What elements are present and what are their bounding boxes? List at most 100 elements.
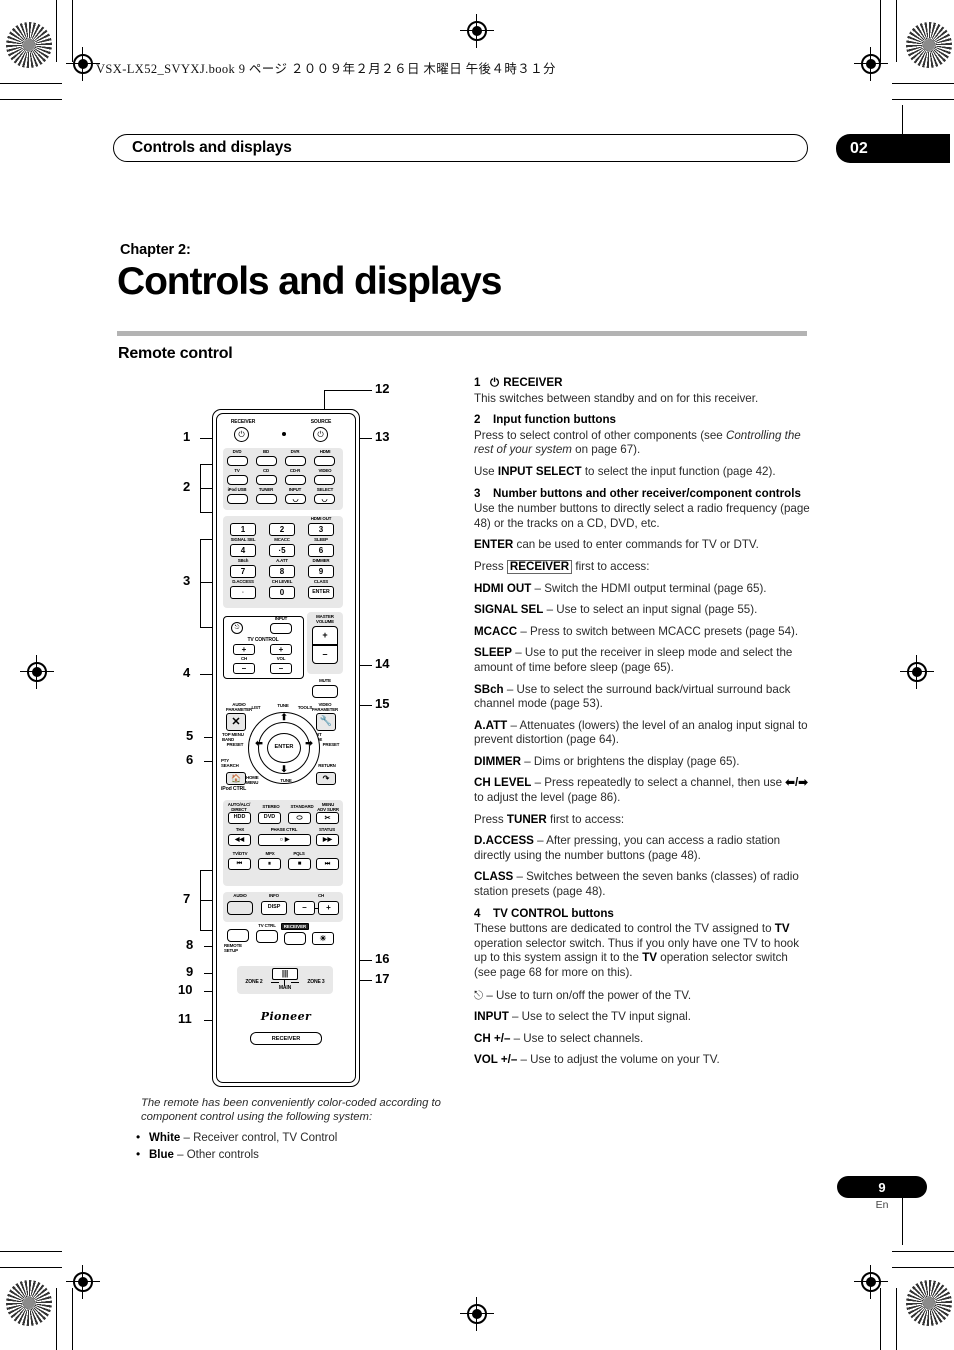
tv-ch-up-button[interactable]: + (233, 644, 255, 655)
input-select-up-button[interactable]: ◡ (314, 494, 335, 504)
source-power-button[interactable]: ⏻ (313, 427, 328, 442)
running-head-title: Controls and displays (132, 139, 292, 156)
trim-mark (892, 1267, 954, 1269)
remote-setup-button[interactable] (227, 929, 249, 942)
numpad-key-0[interactable]: 0 (269, 586, 295, 599)
input-label-dvd: DVD (232, 449, 242, 454)
audio-parameter-button[interactable]: ✕ (226, 713, 246, 731)
nav-up-arrow-icon[interactable]: ⬆ (275, 713, 293, 721)
ch-up-button[interactable]: + (318, 901, 339, 915)
receiver-mode-button[interactable] (284, 932, 306, 945)
input-button-tuner[interactable] (256, 494, 277, 504)
page-title: Controls and displays (117, 260, 502, 303)
numpad-key-1[interactable]: 1 (230, 523, 256, 536)
info-disp-button[interactable]: DISP (261, 901, 287, 915)
input-button-hdmi[interactable] (314, 456, 335, 466)
master-volume-down-button[interactable]: – (312, 645, 338, 664)
home-menu-button[interactable]: 🏠 (226, 772, 246, 785)
input-select-label-select: SELECT (316, 487, 334, 492)
tv-vol-label: VOL (276, 656, 286, 661)
nav-enter-button[interactable]: ENTER (267, 733, 301, 763)
zone-slider-grip[interactable]: ||| (274, 970, 296, 978)
input-button-bd[interactable] (256, 456, 277, 466)
numpad-key-enter[interactable]: ENTER (308, 586, 334, 599)
tv-power-button[interactable]: ⎋ (231, 622, 243, 634)
nav-right-arrow-icon[interactable]: ➡ (302, 739, 316, 747)
numpad-key-7[interactable]: 7 (230, 565, 256, 578)
mute-button[interactable] (312, 685, 338, 698)
tv-ch-down-button[interactable]: – (233, 663, 255, 674)
transport-button-rewind[interactable]: ◀◀ (228, 834, 251, 846)
transport-button-pause[interactable]: ⏸ (258, 858, 281, 870)
ipod-ctrl-label: iPod CTRL (221, 786, 247, 792)
crosshair-top-middle (460, 14, 494, 48)
callout-6: 6 (186, 752, 194, 767)
item-sub-paragraph: CH LEVEL – Press repeatedly to select a … (474, 776, 808, 805)
nav-left-arrow-icon[interactable]: ⬅ (252, 739, 266, 747)
transport-button-next[interactable]: ⏭ (316, 858, 339, 870)
trim-mark (56, 0, 58, 62)
ch-down-button[interactable]: – (294, 901, 315, 915)
mode-button-hdd[interactable]: HDD (228, 812, 251, 824)
input-button-dvd[interactable] (227, 456, 248, 466)
transport-label-tv-dtv: TV/DTV (232, 851, 248, 856)
input-button-cdr[interactable] (285, 475, 306, 485)
nav-tune-label: TUNE (277, 703, 289, 708)
numpad-label-sleep: SLEEP (314, 537, 328, 542)
input-label-cd: CD (262, 468, 270, 473)
audio-button[interactable] (227, 901, 253, 915)
return-label: RETURN (318, 763, 336, 768)
numpad-key-4[interactable]: 4 (230, 544, 256, 557)
mode-button-adv-surr[interactable]: ✂ (316, 812, 339, 824)
zone3-label: ZONE 3 (307, 979, 325, 985)
input-button-ipod-usb[interactable] (227, 494, 248, 504)
color-code-bullet: White – Receiver control, TV Control (133, 1129, 463, 1147)
tv-input-button[interactable] (270, 623, 292, 634)
transport-label-status: STATUS (318, 827, 335, 832)
master-volume-label: MASTER VOLUME (316, 614, 334, 624)
tv-vol-up-button[interactable]: + (270, 644, 292, 655)
numpad-key-3[interactable]: 3 (308, 523, 334, 536)
trim-mark (0, 83, 62, 85)
input-select-down-button[interactable]: ◡ (285, 494, 306, 504)
tv-ctrl-label: TV CTRL (258, 923, 276, 928)
callout-12: 12 (375, 381, 390, 396)
receiver-power-button[interactable]: ⏻ (234, 427, 249, 442)
input-button-cd[interactable] (256, 475, 277, 485)
callout-16: 16 (375, 951, 390, 966)
remote-led-indicator (282, 432, 286, 436)
mode-button-dvd[interactable]: DVD (258, 812, 281, 824)
nav-tools-label: TOOLS (297, 705, 313, 710)
transport-label-thx: THX (235, 827, 245, 832)
transport-button-play[interactable]: ○ ▶ (258, 834, 311, 846)
video-parameter-button[interactable]: 🔧 (316, 713, 336, 731)
light-button[interactable]: ☀ (312, 932, 334, 945)
numpad-key-8[interactable]: 8 (269, 565, 295, 578)
transport-label-pqls: PQLS (293, 851, 305, 856)
input-button-tv[interactable] (227, 475, 248, 485)
input-button-video[interactable] (314, 475, 335, 485)
transport-label-phase-ctrl: PHASE CTRL (270, 827, 298, 832)
numpad-key-9[interactable]: 9 (308, 565, 334, 578)
numpad-key-2[interactable]: 2 (269, 523, 295, 536)
callout-3: 3 (183, 573, 191, 588)
transport-button-stop[interactable]: ■ (288, 858, 311, 870)
numpad-key-5[interactable]: ·5 (269, 544, 295, 557)
item-paragraph: This switches between standby and on for… (474, 391, 759, 405)
tv-vol-down-button[interactable]: – (270, 663, 292, 674)
numpad-key-direct-access[interactable]: ◦ (230, 586, 256, 599)
item-heading-3: 3 Number buttons and other receiver/compo… (474, 486, 801, 500)
return-button[interactable]: ↷ (316, 772, 336, 785)
numpad-key-6[interactable]: 6 (308, 544, 334, 557)
master-volume-up-button[interactable]: + (312, 626, 338, 645)
nav-down-arrow-icon[interactable]: ⬇ (275, 765, 293, 773)
callout-17: 17 (375, 971, 390, 986)
trim-mark (892, 1251, 954, 1253)
registration-dot-top-left (6, 22, 52, 68)
transport-button-prev[interactable]: ⏮ (228, 858, 251, 870)
receiver-mode-indicator: RECEIVER (281, 923, 309, 930)
input-button-dvr[interactable] (285, 456, 306, 466)
transport-button-fast-forward[interactable]: ▶▶ (316, 834, 339, 846)
tv-ctrl-button[interactable] (256, 930, 278, 943)
mode-button-standard[interactable]: ⬭ (288, 812, 311, 824)
